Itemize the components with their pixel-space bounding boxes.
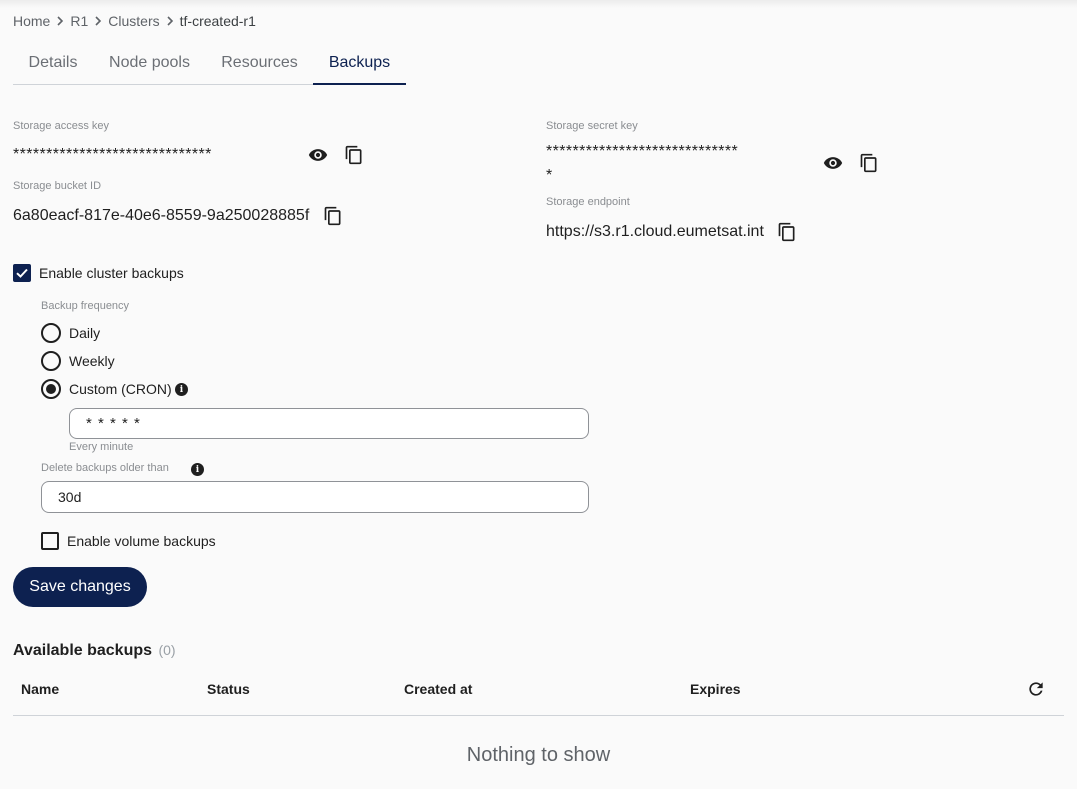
empty-state-text: Nothing to show (466, 744, 611, 766)
copy-icon[interactable] (859, 153, 879, 173)
backup-frequency-label: Backup frequency (41, 300, 130, 312)
info-icon[interactable]: i (191, 463, 204, 476)
delete-older-label: Delete backups older than (41, 462, 169, 474)
bucket-id-label: Storage bucket ID (13, 180, 102, 192)
enable-volume-backups-checkbox[interactable] (41, 532, 59, 550)
chevron-right-icon (160, 12, 180, 30)
chevron-right-icon (88, 12, 108, 30)
breadcrumb-home[interactable]: Home (13, 13, 50, 29)
column-header-created-at[interactable]: Created at (404, 681, 472, 697)
eye-icon[interactable] (823, 153, 843, 173)
radio-weekly-label: Weekly (69, 353, 115, 369)
tab-resources[interactable]: Resources (206, 42, 313, 84)
radio-selected-dot (46, 384, 56, 394)
chevron-right-icon (50, 12, 70, 30)
table-header-divider (13, 715, 1064, 716)
top-shadow (0, 0, 1077, 8)
secret-key-label: Storage secret key (546, 120, 638, 132)
radio-custom-cron[interactable] (41, 379, 61, 399)
enable-cluster-backups-label: Enable cluster backups (39, 265, 184, 281)
eye-icon[interactable] (308, 145, 328, 165)
check-icon (16, 268, 28, 278)
available-backups-count: (0) (158, 642, 176, 658)
cron-field[interactable] (69, 408, 589, 439)
endpoint-label: Storage endpoint (546, 196, 630, 208)
radio-daily[interactable] (41, 323, 61, 343)
delete-older-input[interactable] (58, 489, 588, 505)
enable-volume-backups-label: Enable volume backups (67, 533, 216, 549)
breadcrumb-clusters[interactable]: Clusters (108, 13, 159, 29)
save-changes-button[interactable]: Save changes (13, 567, 147, 607)
secret-key-value-wrap: * (546, 167, 553, 184)
copy-icon[interactable] (777, 222, 797, 242)
available-backups-title-text: Available backups (13, 642, 153, 659)
tab-bar: Details Node pools Resources Backups (13, 42, 406, 85)
tab-details[interactable]: Details (13, 42, 93, 84)
secret-key-value: ***************************** (546, 143, 739, 160)
breadcrumb: Home R1 Clusters tf-created-r1 (13, 12, 256, 30)
delete-older-field[interactable] (41, 481, 589, 513)
info-icon[interactable]: i (175, 383, 188, 396)
radio-weekly[interactable] (41, 351, 61, 371)
column-header-status[interactable]: Status (207, 681, 250, 697)
copy-icon[interactable] (344, 145, 364, 165)
tab-backups[interactable]: Backups (313, 42, 406, 85)
tab-node-pools[interactable]: Node pools (93, 42, 206, 84)
cron-hint: Every minute (69, 441, 134, 453)
refresh-icon[interactable] (1026, 679, 1046, 699)
copy-icon[interactable] (323, 206, 343, 226)
radio-custom-cron-label: Custom (CRON) (69, 381, 172, 397)
breadcrumb-current: tf-created-r1 (179, 13, 256, 29)
access-key-label: Storage access key (13, 120, 109, 132)
column-header-name[interactable]: Name (21, 681, 59, 697)
available-backups-title: Available backups (0) (13, 642, 176, 660)
access-key-value: ****************************** (13, 146, 212, 163)
breadcrumb-r1[interactable]: R1 (70, 13, 88, 29)
bucket-id-value: 6a80eacf-817e-40e6-8559-9a250028885f (13, 207, 310, 224)
enable-cluster-backups-checkbox[interactable] (13, 264, 31, 282)
column-header-expires[interactable]: Expires (690, 681, 741, 697)
cron-input[interactable] (86, 415, 588, 432)
radio-daily-label: Daily (69, 325, 101, 341)
endpoint-value: https://s3.r1.cloud.eumetsat.int (546, 223, 764, 240)
